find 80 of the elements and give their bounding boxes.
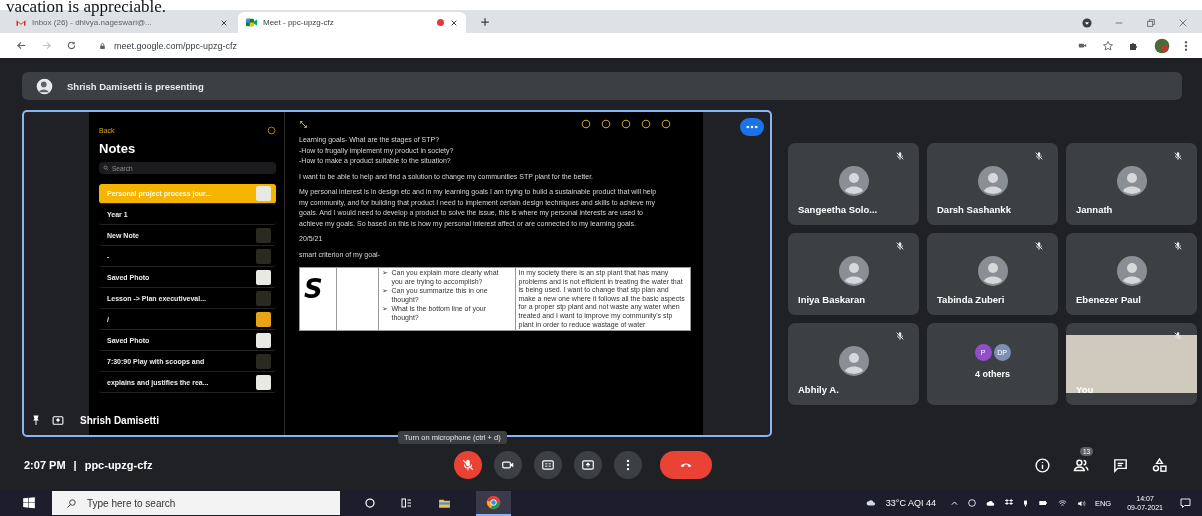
microphone-button[interactable] bbox=[454, 451, 482, 479]
close-icon[interactable] bbox=[220, 18, 228, 27]
weather-text: 33°C AQI 44 bbox=[885, 498, 936, 508]
cloud-icon[interactable] bbox=[984, 498, 996, 508]
note-thumbnail bbox=[256, 375, 271, 390]
camera-button[interactable] bbox=[494, 451, 522, 479]
note-thumbnail bbox=[256, 333, 271, 348]
menu-icon[interactable] bbox=[1184, 39, 1188, 52]
separator: | bbox=[73, 459, 77, 471]
participant-count: 4 others bbox=[975, 368, 1010, 379]
avatar-icon bbox=[838, 256, 869, 286]
notes-title: Notes bbox=[99, 141, 137, 156]
participant-name: You bbox=[1076, 384, 1094, 395]
tray-app-icon[interactable] bbox=[966, 498, 977, 508]
mic-icon bbox=[461, 458, 475, 472]
more-icon bbox=[746, 125, 758, 129]
avatar-icon bbox=[838, 166, 869, 196]
avatar-icon bbox=[977, 256, 1008, 286]
pin-icon[interactable] bbox=[30, 413, 42, 427]
note-thumbnail bbox=[256, 228, 271, 243]
task-view-icon[interactable] bbox=[400, 497, 413, 509]
profile-indicator-icon[interactable] bbox=[1082, 17, 1092, 28]
presenter-name: Shrish Damisetti bbox=[80, 414, 159, 426]
battery-icon[interactable] bbox=[1036, 499, 1049, 507]
participant-name: Sangeetha Solo... bbox=[798, 204, 878, 215]
meeting-code: ppc-upzg-cfz bbox=[84, 459, 153, 471]
table-cell: S bbox=[299, 267, 337, 331]
avatar-icon bbox=[977, 166, 1008, 196]
presenter-avatar-icon bbox=[36, 77, 53, 95]
reload-icon[interactable] bbox=[66, 40, 77, 51]
avatar-icon bbox=[1116, 256, 1147, 286]
leave-call-button[interactable] bbox=[660, 451, 712, 479]
participant-name: Abhily A. bbox=[798, 384, 839, 395]
note-thumbnail bbox=[256, 249, 271, 264]
browser-icon bbox=[486, 494, 501, 510]
participant-name: Jannath bbox=[1076, 204, 1113, 215]
taskbar-search-field[interactable]: Type here to search bbox=[52, 491, 340, 515]
avatar-icon bbox=[838, 346, 869, 376]
circle-icon[interactable] bbox=[364, 497, 376, 509]
avatar-icon[interactable] bbox=[1154, 37, 1170, 54]
browser-taskbar-button[interactable] bbox=[476, 490, 511, 516]
notification-icon[interactable] bbox=[1179, 497, 1192, 509]
avatar-icon bbox=[1116, 166, 1147, 196]
video-call-icon bbox=[246, 18, 257, 27]
search-icon bbox=[103, 165, 109, 171]
present-icon bbox=[581, 458, 595, 472]
participant-name: Darsh Sashankk bbox=[937, 204, 1011, 215]
chat-icon[interactable] bbox=[1112, 456, 1129, 474]
mail-icon bbox=[16, 18, 26, 27]
participant-name: Iniya Baskaran bbox=[798, 294, 866, 305]
note-thumbnail bbox=[256, 186, 271, 201]
search-icon bbox=[66, 497, 77, 509]
note-thumbnail bbox=[256, 312, 271, 327]
info-icon[interactable] bbox=[1034, 456, 1051, 474]
shapes-icon[interactable] bbox=[1151, 456, 1168, 474]
note-thumbnail bbox=[256, 291, 271, 306]
speaker-icon[interactable] bbox=[1075, 498, 1087, 508]
address-bar[interactable]: meet.google.com/ppc-upzg-cfz bbox=[114, 40, 238, 51]
close-icon[interactable] bbox=[450, 18, 458, 27]
present-button[interactable] bbox=[574, 451, 602, 479]
star-icon[interactable] bbox=[1102, 39, 1114, 52]
people-icon[interactable] bbox=[1073, 456, 1090, 474]
lock-icon bbox=[99, 41, 106, 50]
captions-icon bbox=[541, 458, 555, 472]
presenting-banner: Shrish Damisetti is presenting bbox=[22, 72, 1182, 100]
windows-icon[interactable] bbox=[22, 496, 36, 510]
note-thumbnail bbox=[256, 354, 271, 369]
captions-button[interactable] bbox=[534, 451, 562, 479]
note-thumbnail bbox=[256, 270, 271, 285]
back-icon[interactable] bbox=[16, 40, 27, 51]
participant-name: Tabinda Zuberi bbox=[937, 294, 1005, 305]
restore-icon[interactable] bbox=[1146, 17, 1156, 28]
present-icon[interactable] bbox=[50, 413, 66, 427]
new-tab-icon[interactable] bbox=[480, 17, 490, 27]
participant-name: Ebenezer Paul bbox=[1076, 294, 1141, 305]
expand-icon[interactable] bbox=[299, 119, 308, 129]
wifi-icon[interactable] bbox=[1056, 498, 1068, 508]
more-options-button[interactable] bbox=[740, 118, 764, 136]
browser-tab[interactable]: Meet - ppc-upzg-cfz bbox=[238, 12, 466, 33]
meeting-time: 2:07 PM bbox=[24, 459, 66, 471]
